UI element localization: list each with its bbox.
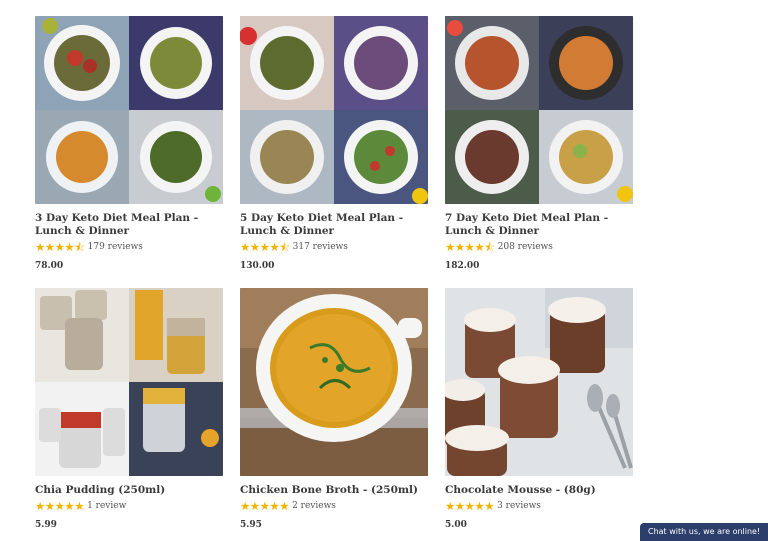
product-title[interactable]: Chocolate Mousse - (80g) (445, 484, 635, 497)
product-title[interactable]: 7 Day Keto Diet Meal Plan - Lunch & Dinn… (445, 212, 635, 238)
product-price: 182.00 (445, 261, 480, 271)
product-image-chia-pudding[interactable] (35, 288, 223, 476)
product-image-5-day-keto[interactable] (240, 16, 428, 204)
chat-widget-button[interactable]: Chat with us, we are online! (640, 523, 768, 541)
product-price: 130.00 (240, 261, 275, 271)
product-card[interactable]: Chia Pudding (250ml) ★★★★★ 1 review 5.99 (35, 288, 225, 530)
review-count[interactable]: 3 reviews (497, 501, 541, 511)
star-rating-icon: ★★★★★ (445, 499, 495, 513)
product-price: 5.95 (240, 520, 262, 530)
product-price: 5.00 (445, 520, 467, 530)
review-count[interactable]: 208 reviews (498, 242, 553, 252)
product-price: 5.99 (35, 520, 57, 530)
rating-row: ★★★★⯪ 208 reviews (445, 241, 635, 253)
product-card[interactable]: Chicken Bone Broth - (250ml) ★★★★★ 2 rev… (240, 288, 430, 530)
product-price: 78.00 (35, 261, 64, 271)
star-rating-icon: ★★★★★ (35, 499, 85, 513)
product-title[interactable]: Chicken Bone Broth - (250ml) (240, 484, 430, 497)
product-image-3-day-keto[interactable] (35, 16, 223, 204)
review-count[interactable]: 317 reviews (293, 242, 348, 252)
product-card[interactable]: 5 Day Keto Diet Meal Plan - Lunch & Dinn… (240, 16, 430, 271)
product-image-chocolate-mousse[interactable] (445, 288, 633, 476)
product-title[interactable]: 5 Day Keto Diet Meal Plan - Lunch & Dinn… (240, 212, 430, 238)
product-image-7-day-keto[interactable] (445, 16, 633, 204)
review-count[interactable]: 2 reviews (292, 501, 336, 511)
star-rating-icon: ★★★★★ (240, 499, 290, 513)
rating-row: ★★★★★ 2 reviews (240, 500, 430, 512)
rating-row: ★★★★⯪ 317 reviews (240, 241, 430, 253)
star-rating-icon: ★★★★⯪ (445, 240, 495, 254)
product-card[interactable]: 3 Day Keto Diet Meal Plan - Lunch & Dinn… (35, 16, 225, 271)
product-image-chicken-bone-broth[interactable] (240, 288, 428, 476)
review-count[interactable]: 1 review (87, 501, 126, 511)
product-title[interactable]: Chia Pudding (250ml) (35, 484, 225, 497)
product-title[interactable]: 3 Day Keto Diet Meal Plan - Lunch & Dinn… (35, 212, 225, 238)
product-card[interactable]: Chocolate Mousse - (80g) ★★★★★ 3 reviews… (445, 288, 635, 530)
star-rating-icon: ★★★★⯪ (35, 240, 85, 254)
rating-row: ★★★★⯪ 179 reviews (35, 241, 225, 253)
review-count[interactable]: 179 reviews (88, 242, 143, 252)
product-card[interactable]: 7 Day Keto Diet Meal Plan - Lunch & Dinn… (445, 16, 635, 271)
rating-row: ★★★★★ 1 review (35, 500, 225, 512)
star-rating-icon: ★★★★⯪ (240, 240, 290, 254)
rating-row: ★★★★★ 3 reviews (445, 500, 635, 512)
